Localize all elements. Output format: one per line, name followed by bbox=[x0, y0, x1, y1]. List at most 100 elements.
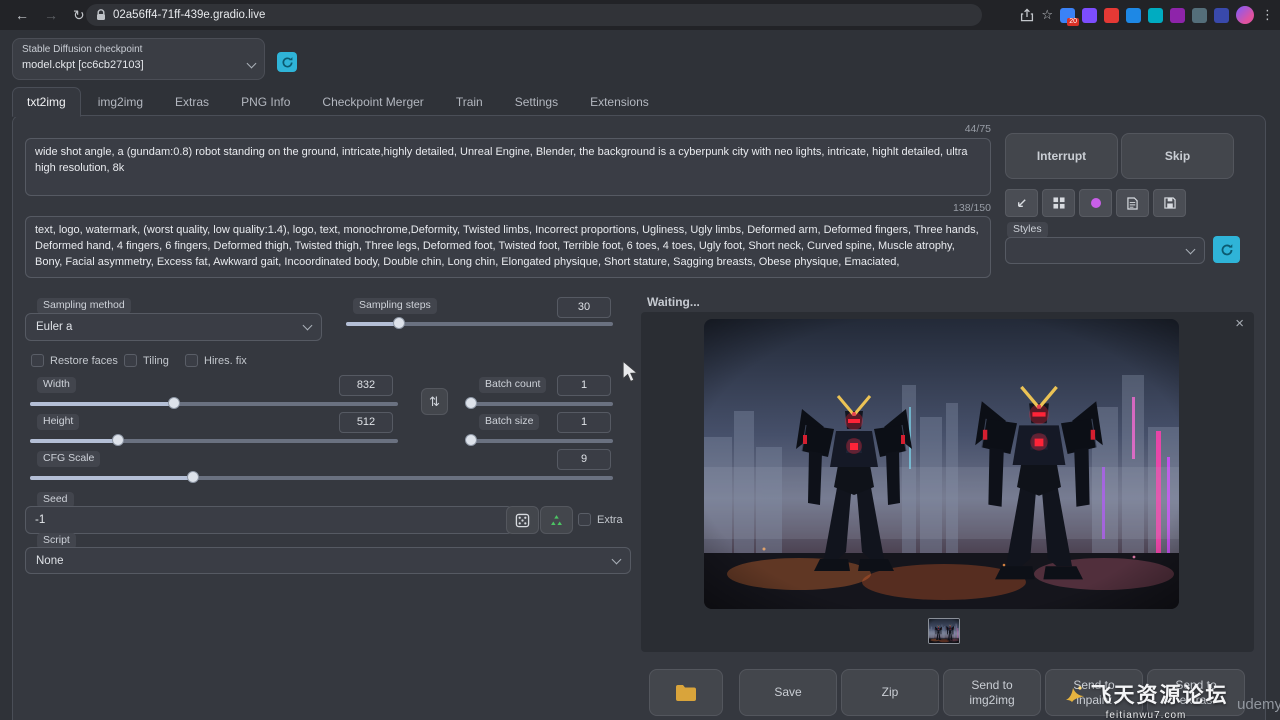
bookmark-star-icon[interactable]: ☆ bbox=[1041, 7, 1053, 23]
prompt-input[interactable]: wide shot angle, a (gundam:0.8) robot st… bbox=[25, 138, 991, 196]
address-bar[interactable]: 02a56ff4-71ff-439e.gradio.live bbox=[86, 4, 982, 26]
tab-train[interactable]: Train bbox=[441, 87, 498, 117]
checkpoint-value: model.ckpt [cc6cb27103] bbox=[22, 59, 144, 71]
browser-menu-icon[interactable]: ⋮ bbox=[1261, 7, 1274, 23]
styles-refresh-button[interactable] bbox=[1213, 236, 1240, 263]
swap-icon: ⇅ bbox=[429, 394, 440, 410]
forward-icon[interactable]: → bbox=[44, 0, 58, 30]
styles-dropdown[interactable] bbox=[1005, 237, 1205, 264]
hires-fix-label: Hires. fix bbox=[204, 355, 247, 367]
extension-icon[interactable] bbox=[1104, 8, 1119, 23]
restore-faces-checkbox[interactable]: Restore faces bbox=[31, 354, 118, 367]
width-label: Width bbox=[37, 377, 76, 393]
script-dropdown[interactable]: None bbox=[25, 547, 631, 574]
interrupt-button[interactable]: Interrupt bbox=[1005, 133, 1118, 179]
watermark-url: feitianwu7.com bbox=[1030, 710, 1262, 720]
purple-dot-icon bbox=[1090, 197, 1102, 209]
width-value[interactable]: 832 bbox=[339, 375, 393, 396]
tab-img2img[interactable]: img2img bbox=[83, 87, 158, 117]
seed-extra-checkbox[interactable]: Extra bbox=[578, 513, 623, 526]
script-value: None bbox=[36, 555, 64, 567]
height-slider[interactable] bbox=[30, 433, 398, 447]
cfg-scale-slider[interactable] bbox=[30, 470, 613, 484]
close-icon[interactable]: × bbox=[1235, 315, 1244, 332]
style-grid-button[interactable] bbox=[1042, 189, 1075, 217]
txt2img-panel: 44/75 wide shot angle, a (gundam:0.8) ro… bbox=[12, 115, 1266, 720]
save-button[interactable]: Save bbox=[739, 669, 837, 716]
watermark: 飞天资源论坛 feitianwu7.com bbox=[1030, 679, 1262, 720]
tiling-label: Tiling bbox=[143, 355, 169, 367]
seed-extra-label: Extra bbox=[597, 514, 623, 526]
apply-style-button[interactable] bbox=[1116, 189, 1149, 217]
browser-toolbar: ← → ↻ 02a56ff4-71ff-439e.gradio.live ☆ 2… bbox=[0, 0, 1280, 30]
extension-icon[interactable] bbox=[1214, 8, 1229, 23]
tab-txt2img[interactable]: txt2img bbox=[12, 87, 81, 117]
paste-params-button[interactable] bbox=[1005, 189, 1038, 217]
checkpoint-dropdown[interactable]: Stable Diffusion checkpoint model.ckpt [… bbox=[12, 38, 265, 80]
save-style-button[interactable] bbox=[1153, 189, 1186, 217]
profile-avatar[interactable] bbox=[1236, 6, 1254, 24]
zip-button[interactable]: Zip bbox=[841, 669, 939, 716]
screen: ← → ↻ 02a56ff4-71ff-439e.gradio.live ☆ 2… bbox=[0, 0, 1280, 720]
checkbox-icon bbox=[578, 513, 591, 526]
generated-image[interactable] bbox=[704, 319, 1179, 609]
chevron-down-icon bbox=[303, 321, 313, 331]
url-text: 02a56ff4-71ff-439e.gradio.live bbox=[113, 9, 265, 21]
batch-count-label: Batch count bbox=[479, 377, 546, 393]
swap-dimensions-button[interactable]: ⇅ bbox=[421, 388, 448, 415]
chevron-down-icon bbox=[1186, 244, 1196, 254]
extension-icon[interactable]: 20 bbox=[1060, 8, 1075, 23]
tab-png-info[interactable]: PNG Info bbox=[226, 87, 305, 117]
refresh-icon bbox=[281, 56, 294, 69]
output-gallery: × bbox=[641, 312, 1254, 652]
tab-settings[interactable]: Settings bbox=[500, 87, 573, 117]
sampling-method-dropdown[interactable]: Euler a bbox=[25, 313, 322, 341]
checkpoint-refresh-button[interactable] bbox=[277, 52, 297, 72]
tab-checkpoint-merger[interactable]: Checkpoint Merger bbox=[307, 87, 438, 117]
extension-icon[interactable] bbox=[1082, 8, 1097, 23]
cfg-scale-value[interactable]: 9 bbox=[557, 449, 611, 470]
browser-actions: ☆ 20 ⋮ bbox=[1020, 0, 1274, 30]
batch-count-value[interactable]: 1 bbox=[557, 375, 611, 396]
reuse-seed-button[interactable] bbox=[540, 506, 573, 534]
back-icon[interactable]: ← bbox=[15, 0, 29, 30]
puzzle-extension-icon[interactable] bbox=[1192, 8, 1207, 23]
art-button[interactable] bbox=[1079, 189, 1112, 217]
prompt-token-counter: 44/75 bbox=[25, 123, 991, 135]
checkpoint-label: Stable Diffusion checkpoint bbox=[22, 44, 255, 55]
extension-icon[interactable] bbox=[1170, 8, 1185, 23]
tab-extras[interactable]: Extras bbox=[160, 87, 224, 117]
prompt-tools bbox=[1005, 189, 1186, 217]
height-value[interactable]: 512 bbox=[339, 412, 393, 433]
tab-extensions[interactable]: Extensions bbox=[575, 87, 664, 117]
lock-icon bbox=[96, 9, 106, 21]
extension-icon[interactable] bbox=[1148, 8, 1163, 23]
folder-icon bbox=[675, 684, 697, 702]
random-seed-button[interactable] bbox=[506, 506, 539, 534]
seed-input[interactable] bbox=[25, 506, 513, 534]
batch-size-label: Batch size bbox=[479, 414, 539, 430]
sampling-steps-slider[interactable] bbox=[346, 316, 613, 330]
styles-label: Styles bbox=[1007, 222, 1048, 238]
batch-count-slider[interactable] bbox=[468, 396, 613, 410]
gallery-thumbnail[interactable] bbox=[928, 618, 960, 644]
skip-button[interactable]: Skip bbox=[1121, 133, 1234, 179]
negative-token-counter: 138/150 bbox=[25, 202, 991, 214]
hires-fix-checkbox[interactable]: Hires. fix bbox=[185, 354, 247, 367]
batch-size-value[interactable]: 1 bbox=[557, 412, 611, 433]
cfg-scale-label: CFG Scale bbox=[37, 451, 100, 467]
extension-icon[interactable] bbox=[1126, 8, 1141, 23]
open-folder-button[interactable] bbox=[649, 669, 723, 716]
restore-faces-label: Restore faces bbox=[50, 355, 118, 367]
share-icon[interactable] bbox=[1020, 8, 1034, 22]
width-slider[interactable] bbox=[30, 396, 398, 410]
tiling-checkbox[interactable]: Tiling bbox=[124, 354, 169, 367]
checkbox-icon bbox=[124, 354, 137, 367]
webui-page: Stable Diffusion checkpoint model.ckpt [… bbox=[0, 30, 1280, 720]
send-to-img2img-button[interactable]: Send to img2img bbox=[943, 669, 1041, 716]
sampling-steps-value[interactable]: 30 bbox=[557, 297, 611, 318]
reload-icon[interactable]: ↻ bbox=[73, 0, 85, 30]
batch-size-slider[interactable] bbox=[468, 433, 613, 447]
dice-icon bbox=[515, 513, 530, 528]
negative-prompt-input[interactable]: text, logo, watermark, (worst quality, l… bbox=[25, 216, 991, 278]
